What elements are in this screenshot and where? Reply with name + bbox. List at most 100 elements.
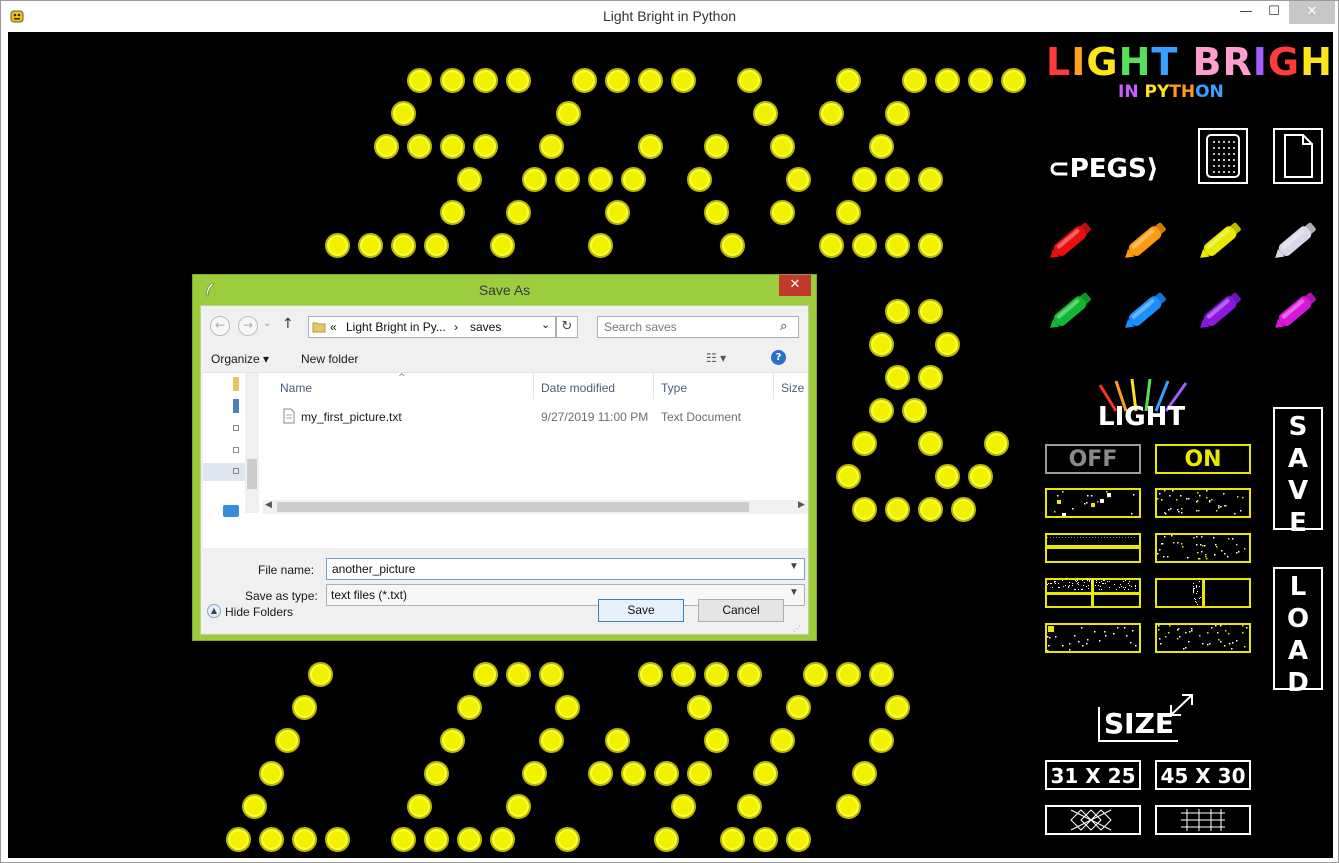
yellow-peg[interactable] (407, 794, 432, 819)
yellow-peg[interactable] (621, 167, 646, 192)
file-name-input[interactable]: another_picture ▼ (326, 558, 805, 580)
yellow-peg[interactable] (539, 134, 564, 159)
yellow-peg[interactable] (869, 728, 894, 753)
yellow-peg[interactable] (226, 827, 251, 852)
light-on-button[interactable]: ON (1155, 444, 1251, 474)
yellow-peg[interactable] (918, 497, 943, 522)
yellow-peg[interactable] (391, 827, 416, 852)
yellow-peg[interactable] (671, 68, 696, 93)
yellow-peg[interactable] (687, 761, 712, 786)
yellow-peg[interactable] (869, 134, 894, 159)
new-page-icon[interactable] (1273, 128, 1323, 184)
yellow-peg[interactable] (819, 233, 844, 258)
back-button[interactable]: ← (210, 316, 230, 336)
yellow-peg[interactable] (473, 662, 498, 687)
yellow-peg[interactable] (457, 167, 482, 192)
yellow-peg[interactable] (836, 794, 861, 819)
yellow-peg[interactable] (605, 68, 630, 93)
peg-board-icon[interactable] (1198, 128, 1248, 184)
yellow-peg[interactable] (885, 299, 910, 324)
close-window-button[interactable]: ✕ (1289, 1, 1335, 24)
save-button[interactable]: SAVE (1273, 407, 1323, 538)
yellow-peg[interactable] (424, 827, 449, 852)
marker-pen-icon[interactable] (1113, 275, 1183, 345)
scroll-right-arrow[interactable]: ▶ (798, 500, 805, 510)
yellow-peg[interactable] (786, 167, 811, 192)
yellow-peg[interactable] (440, 200, 465, 225)
yellow-peg[interactable] (638, 662, 663, 687)
yellow-peg[interactable] (638, 134, 663, 159)
yellow-peg[interactable] (275, 728, 300, 753)
yellow-peg[interactable] (374, 134, 399, 159)
file-name-dropdown-arrow[interactable]: ▼ (789, 561, 799, 572)
marker-pen-icon[interactable] (1263, 275, 1333, 345)
marker-pen-icon[interactable] (1038, 205, 1108, 275)
path-parent-crumb[interactable]: Light Bright in Py... (346, 320, 446, 334)
scroll-left-arrow[interactable]: ◀ (265, 500, 272, 510)
yellow-peg[interactable] (522, 761, 547, 786)
yellow-peg[interactable] (555, 167, 580, 192)
column-size[interactable]: Size (781, 381, 804, 395)
yellow-peg[interactable] (918, 431, 943, 456)
hide-folders-label[interactable]: Hide Folders (225, 605, 293, 619)
square-grid-button[interactable] (1155, 805, 1251, 835)
nav-drive-icon[interactable] (233, 468, 239, 474)
yellow-peg[interactable] (704, 134, 729, 159)
yellow-peg[interactable] (1001, 68, 1026, 93)
yellow-peg[interactable] (588, 233, 613, 258)
yellow-peg[interactable] (687, 167, 712, 192)
yellow-peg[interactable] (869, 662, 894, 687)
yellow-peg[interactable] (259, 761, 284, 786)
yellow-peg[interactable] (786, 695, 811, 720)
light-pattern-vline-button[interactable] (1155, 578, 1251, 608)
light-pattern-hband-button[interactable] (1045, 533, 1141, 563)
yellow-peg[interactable] (325, 233, 350, 258)
yellow-peg[interactable] (654, 761, 679, 786)
cancel-dialog-button[interactable]: Cancel (698, 599, 784, 622)
marker-pen-icon[interactable] (1263, 205, 1333, 275)
yellow-peg[interactable] (654, 827, 679, 852)
size-31x25-button[interactable]: 31 X 25 (1045, 760, 1141, 790)
yellow-peg[interactable] (770, 134, 795, 159)
yellow-peg[interactable] (786, 827, 811, 852)
new-folder-button[interactable]: New folder (301, 352, 358, 366)
file-list[interactable]: ^ Name Date modified Type Size my_first_… (203, 372, 808, 548)
yellow-peg[interactable] (473, 134, 498, 159)
yellow-peg[interactable] (671, 662, 696, 687)
forward-button[interactable]: → (238, 316, 258, 336)
yellow-peg[interactable] (556, 101, 581, 126)
yellow-peg[interactable] (968, 464, 993, 489)
yellow-peg[interactable] (737, 662, 762, 687)
yellow-peg[interactable] (803, 662, 828, 687)
yellow-peg[interactable] (506, 68, 531, 93)
yellow-peg[interactable] (836, 464, 861, 489)
maximize-button[interactable]: ☐ (1261, 1, 1287, 24)
yellow-peg[interactable] (770, 200, 795, 225)
search-input[interactable]: Search saves ⌕ (597, 316, 799, 338)
yellow-peg[interactable] (984, 431, 1009, 456)
network-icon[interactable] (223, 505, 239, 517)
yellow-peg[interactable] (638, 68, 663, 93)
yellow-peg[interactable] (292, 695, 317, 720)
save-as-type-dropdown-arrow[interactable]: ▼ (789, 587, 799, 598)
navigation-pane[interactable] (203, 373, 261, 517)
yellow-peg[interactable] (539, 728, 564, 753)
light-pattern-scatter-fine2-button[interactable] (1155, 533, 1251, 563)
marker-pen-icon[interactable] (1038, 275, 1108, 345)
yellow-peg[interactable] (935, 68, 960, 93)
path-dropdown-arrow[interactable]: ⌄ (541, 318, 550, 331)
yellow-peg[interactable] (259, 827, 284, 852)
nav-drive-icon[interactable] (233, 425, 239, 431)
yellow-peg[interactable] (852, 497, 877, 522)
horizontal-scrollbar[interactable]: ◀ ▶ (263, 500, 808, 514)
yellow-peg[interactable] (836, 200, 861, 225)
yellow-peg[interactable] (704, 662, 729, 687)
yellow-peg[interactable] (490, 233, 515, 258)
save-dialog-button[interactable]: Save (598, 599, 684, 622)
yellow-peg[interactable] (720, 827, 745, 852)
nav-drive-icon[interactable] (233, 447, 239, 453)
load-button[interactable]: LOAD (1273, 567, 1323, 698)
size-45x30-button[interactable]: 45 X 30 (1155, 760, 1251, 790)
yellow-peg[interactable] (902, 68, 927, 93)
yellow-peg[interactable] (869, 398, 894, 423)
